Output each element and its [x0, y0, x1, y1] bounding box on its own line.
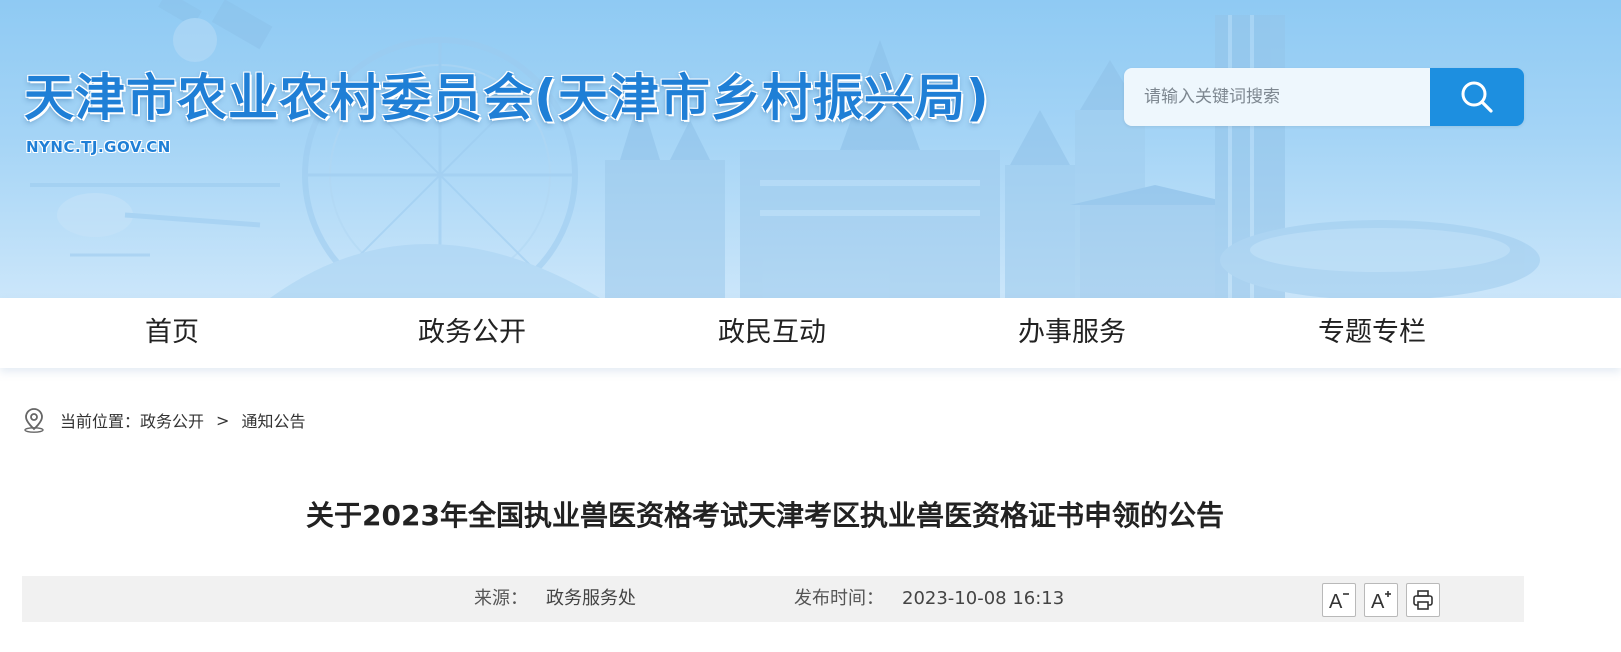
site-domain: NYNC.TJ.GOV.CN: [26, 138, 171, 156]
article-meta-bar: 来源： 政务服务处 发布时间： 2023-10-08 16:13 A A: [22, 576, 1524, 622]
article-title: 关于2023年全国执业兽医资格考试天津考区执业兽医资格证书申领的公告: [306, 499, 1224, 532]
site-title: 天津市农业农村委员会(天津市乡村振兴局): [24, 69, 990, 127]
font-increase-icon: A: [1371, 591, 1391, 612]
location-pin-icon: [22, 407, 46, 433]
search-box: [1124, 68, 1524, 126]
font-increase-button[interactable]: A: [1364, 583, 1398, 617]
font-decrease-button[interactable]: A: [1322, 583, 1356, 617]
source-label: 来源：: [474, 588, 528, 609]
breadcrumb-item-government-affairs[interactable]: 政务公开: [140, 408, 204, 432]
print-button[interactable]: [1406, 583, 1440, 617]
article-date: 发布时间： 2023-10-08 16:13: [794, 576, 1064, 622]
svg-text:A: A: [1371, 591, 1385, 612]
nav-item-special-topics[interactable]: 专题专栏: [1282, 298, 1462, 368]
search-icon: [1461, 81, 1493, 113]
header-banner: 天津市农业农村委员会(天津市乡村振兴局) NYNC.TJ.GOV.CN: [0, 0, 1621, 298]
nav-item-home[interactable]: 首页: [82, 298, 262, 368]
font-decrease-icon: A: [1329, 591, 1349, 612]
nav-item-services[interactable]: 办事服务: [982, 298, 1162, 368]
breadcrumb-item-notices[interactable]: 通知公告: [241, 408, 305, 432]
article-source: 来源： 政务服务处: [474, 576, 636, 622]
date-label: 发布时间：: [794, 588, 884, 609]
city-skyline-illustration: [30, 0, 1540, 298]
date-value: 2023-10-08 16:13: [902, 588, 1065, 609]
svg-text:A: A: [1329, 591, 1343, 612]
search-input[interactable]: [1124, 68, 1430, 126]
breadcrumb-separator: >: [216, 410, 230, 430]
main-nav: 首页 政务公开 政民互动 办事服务 专题专栏: [0, 298, 1621, 368]
print-icon: [1413, 590, 1433, 610]
breadcrumb-prefix: 当前位置：: [60, 412, 141, 431]
source-value: 政务服务处: [546, 588, 636, 609]
search-button[interactable]: [1430, 68, 1524, 126]
nav-item-interaction[interactable]: 政民互动: [682, 298, 862, 368]
breadcrumb: 当前位置： 政务公开 > 通知公告: [22, 405, 305, 435]
nav-item-government-affairs[interactable]: 政务公开: [382, 298, 562, 368]
